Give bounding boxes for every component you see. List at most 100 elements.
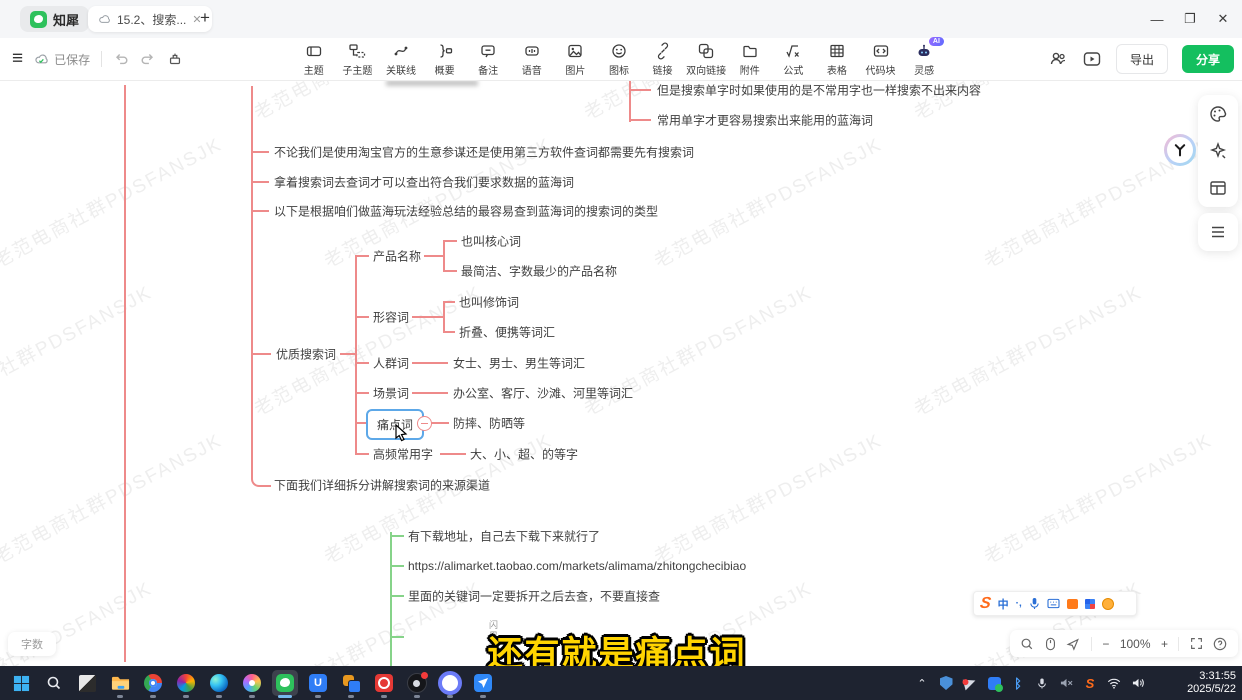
map-node[interactable]: 最简洁、字数最少的产品名称	[461, 263, 617, 280]
map-node[interactable]: 但是搜索单字时如果使用的是不常用字也一样搜索不出来内容	[657, 82, 981, 99]
mouse-mode-icon[interactable]	[1045, 637, 1056, 651]
tray-volume-mixer-icon[interactable]	[1054, 677, 1078, 689]
magic-wand-icon[interactable]	[1208, 141, 1228, 161]
tray-shield-icon[interactable]	[934, 676, 958, 690]
mic-icon[interactable]	[1029, 597, 1040, 610]
map-node[interactable]: 有下载地址，自己去下载下来就行了	[408, 528, 600, 545]
tool-attachment[interactable]: 附件	[728, 38, 772, 80]
tool-code-block[interactable]: 代码块	[859, 38, 903, 80]
close-button[interactable]: ✕	[1204, 0, 1242, 38]
tray-expand-icon[interactable]: ⌃	[910, 677, 934, 690]
punctuation-icon[interactable]: ·,	[1016, 598, 1022, 609]
tool-table[interactable]: 表格	[815, 38, 859, 80]
start-button[interactable]	[8, 670, 34, 696]
tool-summary[interactable]: 概要	[423, 38, 467, 80]
export-button[interactable]: 导出	[1116, 44, 1168, 74]
taskbar-app-media[interactable]	[239, 670, 265, 696]
taskbar-app-plane[interactable]	[470, 670, 496, 696]
map-node[interactable]: 常用单字才更容易搜索出来能用的蓝海词	[657, 112, 873, 129]
map-node[interactable]: 以下是根据咱们做蓝海玩法经验总结的最容易查到蓝海词的搜索词的类型	[274, 203, 658, 220]
share-button[interactable]: 分享	[1182, 45, 1234, 73]
fullscreen-icon[interactable]	[1190, 637, 1203, 650]
taskbar-app-ring[interactable]	[437, 670, 463, 696]
tool-subtopic[interactable]: 子主题	[336, 38, 380, 80]
taskbar-app-capture[interactable]	[74, 670, 100, 696]
taskbar-app-u[interactable]: U	[305, 670, 331, 696]
taskbar-file-explorer[interactable]	[107, 670, 133, 696]
toolbox-icon[interactable]	[1085, 599, 1095, 609]
map-node[interactable]: 防摔、防晒等	[453, 415, 525, 432]
tool-relation-line[interactable]: 关联线	[379, 38, 423, 80]
map-node[interactable]: 人群词	[373, 355, 409, 372]
tray-bluetooth-icon[interactable]: ᛒ	[1006, 676, 1030, 691]
layout-icon[interactable]	[1208, 178, 1228, 198]
tool-voice[interactable]: 语音	[510, 38, 554, 80]
format-brush-icon[interactable]	[167, 51, 183, 67]
map-node[interactable]: 不论我们是使用淘宝官方的生意参谋还是使用第三方软件查词都需要先有搜索词	[274, 144, 694, 161]
map-node[interactable]: 也叫核心词	[461, 233, 521, 250]
outline-list-icon[interactable]	[1208, 222, 1228, 242]
tray-sogou-icon[interactable]: S	[1078, 676, 1102, 691]
input-method-bar[interactable]: S 中 ·,	[973, 591, 1137, 616]
redo-icon[interactable]	[140, 51, 156, 67]
tool-note[interactable]: 备注	[466, 38, 510, 80]
menu-icon[interactable]: ≡	[12, 48, 23, 70]
tray-mic-icon[interactable]	[1030, 677, 1054, 690]
map-node[interactable]: 高频常用字	[373, 446, 433, 463]
skin-icon[interactable]	[1067, 599, 1078, 609]
palette-icon[interactable]	[1208, 104, 1228, 124]
map-node[interactable]: 下面我们详细拆分讲解搜索词的来源渠道	[274, 477, 490, 494]
tray-wifi-icon[interactable]	[1102, 678, 1126, 689]
app-button[interactable]: 知犀	[20, 6, 89, 32]
zoom-out-button[interactable]: −	[1102, 637, 1109, 651]
taskbar-search-icon[interactable]	[41, 670, 67, 696]
taskbar-app-chrome[interactable]	[140, 670, 166, 696]
collapse-toggle-icon[interactable]	[417, 416, 432, 431]
search-icon[interactable]	[1020, 637, 1034, 651]
map-node[interactable]: 也叫修饰词	[459, 294, 519, 311]
taskbar-app-squares[interactable]	[338, 670, 364, 696]
map-node[interactable]: 折叠、便携等词汇	[459, 324, 555, 341]
tray-telegram-icon[interactable]	[958, 678, 982, 689]
assistant-float-button[interactable]	[1164, 134, 1196, 166]
taskbar-clock[interactable]: 3:31:55 2025/5/22	[1187, 670, 1236, 696]
tool-link[interactable]: 链接	[641, 38, 685, 80]
taskbar-app-red[interactable]	[371, 670, 397, 696]
document-tab[interactable]: 15.2、搜索... ✕	[88, 6, 212, 32]
map-node[interactable]: 女士、男士、男生等词汇	[453, 355, 585, 372]
video-demo-icon[interactable]	[1082, 49, 1102, 69]
map-node[interactable]: 拿着搜索词去查词才可以查出符合我们要求数据的蓝海词	[274, 174, 574, 191]
tray-sync-icon[interactable]	[982, 677, 1006, 690]
map-node[interactable]: 产品名称	[373, 248, 421, 265]
taskbar-app-browser[interactable]	[173, 670, 199, 696]
word-count-pill[interactable]: 字数	[8, 632, 56, 656]
map-node[interactable]: 大、小、超、的等字	[470, 446, 578, 463]
locate-icon[interactable]	[1066, 637, 1080, 651]
tool-theme[interactable]: 主题	[292, 38, 336, 80]
taskbar-app-edge[interactable]	[206, 670, 232, 696]
tool-image[interactable]: 图片	[554, 38, 598, 80]
tray-speaker-icon[interactable]	[1126, 677, 1150, 689]
taskbar-app-obs-recording[interactable]	[404, 670, 430, 696]
new-tab-button[interactable]: +	[200, 8, 210, 28]
collaborators-icon[interactable]	[1048, 49, 1068, 69]
tool-formula[interactable]: 公式	[772, 38, 816, 80]
input-mode-chinese[interactable]: 中	[998, 596, 1009, 612]
mindmap-canvas[interactable]: 老范电商社群PDSFANSJK老范电商社群PDSFANSJK老范电商社群PDSF…	[0, 80, 1242, 666]
map-node[interactable]: 优质搜索词	[276, 346, 336, 363]
keyboard-icon[interactable]	[1047, 598, 1060, 609]
zoom-in-button[interactable]: +	[1161, 637, 1168, 651]
tool-icon-sticker[interactable]: 图标	[597, 38, 641, 80]
branch-line	[355, 453, 369, 455]
map-node[interactable]: 形容词	[373, 309, 409, 326]
tool-bidirectional-link[interactable]: 双向链接	[684, 38, 728, 80]
emoji-icon[interactable]	[1102, 598, 1114, 610]
map-node[interactable]: 里面的关键词一定要拆开之后去查，不要直接查	[408, 588, 660, 605]
map-node[interactable]: 办公室、客厅、沙滩、河里等词汇	[453, 385, 633, 402]
help-icon[interactable]	[1213, 637, 1227, 651]
tool-inspiration[interactable]: AI 灵感	[902, 38, 946, 80]
undo-icon[interactable]	[113, 51, 129, 67]
taskbar-app-zhixi-active[interactable]	[272, 670, 298, 696]
map-node[interactable]: 场景词	[373, 385, 409, 402]
map-node[interactable]: https://alimarket.taobao.com/markets/ali…	[408, 559, 746, 573]
